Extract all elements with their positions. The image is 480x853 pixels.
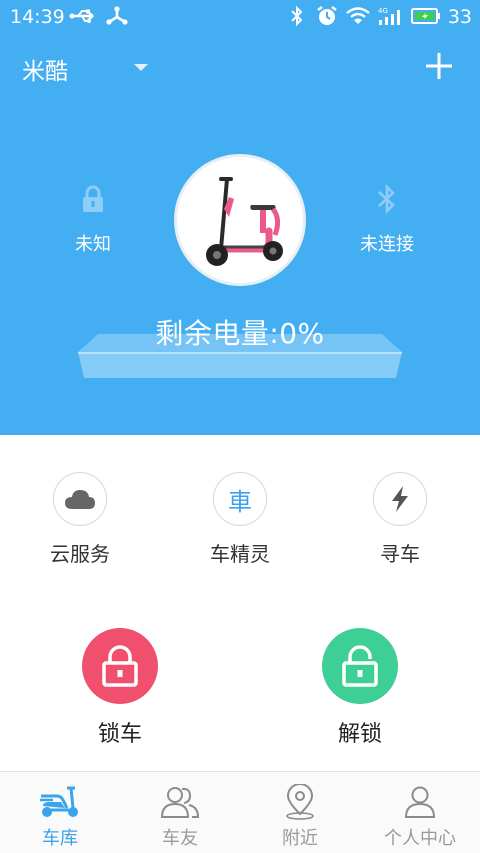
alarm-icon — [315, 5, 339, 27]
lock-car-label: 锁车 — [97, 722, 142, 747]
nav-tab-garage[interactable]: 车库 — [0, 772, 120, 853]
lock-closed-icon — [102, 645, 138, 687]
lock-status: 未知 — [60, 184, 126, 256]
battery-level: 33 — [447, 6, 472, 28]
bluetooth-status: 未连接 — [350, 183, 424, 256]
find-car-button[interactable] — [373, 472, 427, 526]
bluetooth-icon — [288, 5, 306, 27]
lock-open-icon — [342, 645, 378, 687]
friends-icon — [160, 787, 200, 818]
plus-icon[interactable] — [423, 50, 455, 82]
scooter-image[interactable] — [174, 154, 306, 286]
func-find-car[interactable]: 寻车 — [340, 472, 460, 567]
signal-4g-icon: 4G — [377, 5, 405, 27]
car-spirit-button[interactable]: 車 — [213, 472, 267, 526]
share-icon — [104, 5, 130, 27]
car-spirit-label: 车精灵 — [210, 542, 270, 566]
bluetooth-status-icon — [378, 183, 395, 215]
cloud-icon — [65, 490, 95, 509]
battery-icon — [410, 5, 442, 27]
usb-icon — [68, 5, 100, 27]
nav-label-garage: 车库 — [42, 828, 78, 849]
nav-tab-friends[interactable]: 车友 — [120, 772, 240, 853]
lightning-icon — [392, 486, 408, 512]
unlock-car[interactable]: 解锁 — [280, 628, 440, 748]
nav-label-nearby: 附近 — [282, 828, 318, 849]
bottom-nav: 车库 车友 附近 个人中心 — [0, 771, 480, 853]
func-cloud-service[interactable]: 云服务 — [20, 472, 140, 567]
unlock-car-button[interactable] — [322, 628, 398, 704]
nav-label-profile: 个人中心 — [384, 828, 456, 849]
wifi-icon — [346, 5, 370, 27]
lock-status-label: 未知 — [75, 234, 111, 255]
location-pin-icon — [286, 784, 314, 820]
hero-panel: 14:39 4G 33 米酷 未知 未连接 剩余电量:0% — [0, 0, 480, 435]
nav-tab-nearby[interactable]: 附近 — [240, 772, 360, 853]
scooter-icon — [40, 786, 78, 817]
svg-text:4G: 4G — [378, 7, 388, 15]
bluetooth-status-label: 未连接 — [360, 234, 414, 255]
battery-remaining-text: 剩余电量:0% — [155, 317, 325, 350]
nav-tab-profile[interactable]: 个人中心 — [360, 772, 480, 853]
lock-car[interactable]: 锁车 — [40, 628, 200, 748]
status-bar: 14:39 4G 33 — [0, 0, 480, 34]
find-car-label: 寻车 — [380, 542, 420, 566]
unlock-car-label: 解锁 — [337, 722, 382, 747]
cloud-service-button[interactable] — [53, 472, 107, 526]
vehicle-name[interactable]: 米酷 — [22, 52, 68, 86]
nav-label-friends: 车友 — [162, 828, 198, 849]
person-icon — [404, 786, 436, 818]
lock-status-icon — [83, 185, 103, 212]
lock-car-button[interactable] — [82, 628, 158, 704]
status-time: 14:39 — [10, 6, 65, 28]
caret-down-icon[interactable] — [132, 58, 150, 77]
car-spirit-icon: 車 — [228, 487, 252, 516]
func-car-spirit[interactable]: 車 车精灵 — [180, 472, 300, 567]
cloud-service-label: 云服务 — [50, 542, 110, 566]
